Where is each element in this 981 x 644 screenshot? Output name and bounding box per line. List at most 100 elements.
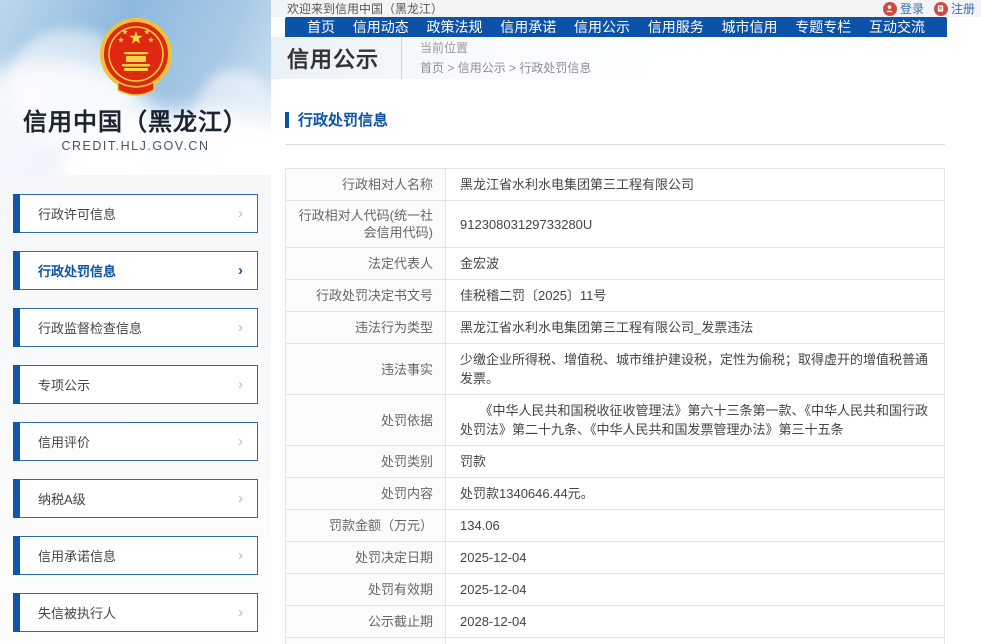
row-value: 2028-12-04 <box>446 606 944 637</box>
row-label: 处罚依据 <box>286 395 446 445</box>
sidebar-item-8[interactable]: 失信被执行人› <box>13 593 258 632</box>
site-domain: CREDIT.HLJ.GOV.CN <box>0 139 271 153</box>
sidebar-item-4[interactable]: 专项公示› <box>13 365 258 404</box>
sidebar-menu: 行政许可信息›行政处罚信息›行政监督检查信息›专项公示›信用评价›纳税A级›信用… <box>0 175 271 644</box>
table-row: 罚款金额（万元）134.06 <box>286 510 944 542</box>
nav-item-2[interactable]: 信用动态 <box>353 17 409 37</box>
vertical-divider <box>401 37 402 79</box>
row-value: 处罚款1340646.44元。 <box>446 478 944 509</box>
nav-item-7[interactable]: 城市信用 <box>722 17 778 37</box>
register-link[interactable]: 注册 <box>934 0 975 17</box>
main-navigation: 首页信用动态政策法规信用承诺信用公示信用服务城市信用专题专栏互动交流 <box>285 17 947 37</box>
table-row: 行政相对人名称黑龙江省水利水电集团第三工程有限公司 <box>286 169 944 201</box>
table-row: 公示截止期2028-12-04 <box>286 606 944 638</box>
row-label: 处罚有效期 <box>286 574 446 605</box>
brand-header: 信用中国（黑龙江） CREDIT.HLJ.GOV.CN <box>0 0 271 175</box>
table-row: 法定代表人金宏波 <box>286 248 944 280</box>
chevron-right-icon: › <box>238 433 243 450</box>
detail-content: 行政处罚信息 行政相对人名称黑龙江省水利水电集团第三工程有限公司行政相对人代码(… <box>271 79 981 644</box>
sidebar-item-2[interactable]: 行政处罚信息› <box>13 251 258 290</box>
breadcrumb-path[interactable]: 首页 > 信用公示 > 行政处罚信息 <box>420 61 591 75</box>
chevron-right-icon: › <box>238 319 243 336</box>
login-label: 登录 <box>900 0 924 17</box>
table-row: 处罚内容处罚款1340646.44元。 <box>286 478 944 510</box>
nav-item-8[interactable]: 专题专栏 <box>795 17 851 37</box>
row-value: 国家税务总局佳木斯市税务局第二稽查局 <box>446 638 944 644</box>
sidebar-item-label: 行政许可信息 <box>38 204 238 223</box>
table-row: 违法事实少缴企业所得税、增值税、城市维护建设税，定性为偷税；取得虚开的增值税普通… <box>286 344 944 395</box>
sidebar-item-5[interactable]: 信用评价› <box>13 422 258 461</box>
sidebar-item-label: 信用评价 <box>38 432 238 451</box>
row-value: 黑龙江省水利水电集团第三工程有限公司_发票违法 <box>446 312 944 343</box>
left-column: 信用中国（黑龙江） CREDIT.HLJ.GOV.CN 行政许可信息›行政处罚信… <box>0 0 271 644</box>
sidebar-item-1[interactable]: 行政许可信息› <box>13 194 258 233</box>
register-icon <box>934 2 948 16</box>
channel-title: 信用公示 <box>287 42 379 74</box>
nav-item-4[interactable]: 信用承诺 <box>500 17 556 37</box>
table-row: 行政相对人代码(统一社会信用代码)91230803129733280U <box>286 201 944 248</box>
row-label: 行政处罚决定书文号 <box>286 280 446 311</box>
chevron-right-icon: › <box>238 547 243 564</box>
breadcrumb-section: 信用公示 当前位置 首页 > 信用公示 > 行政处罚信息 <box>271 37 981 79</box>
sidebar-item-label: 专项公示 <box>38 375 238 394</box>
table-row: 处罚有效期2025-12-04 <box>286 574 944 606</box>
chevron-right-icon: › <box>238 490 243 507</box>
nav-item-1[interactable]: 首页 <box>307 17 335 37</box>
register-label: 注册 <box>951 0 975 17</box>
row-label: 公示截止期 <box>286 606 446 637</box>
sidebar-item-6[interactable]: 纳税A级› <box>13 479 258 518</box>
sidebar-item-accent-bar <box>13 536 20 575</box>
sidebar-item-3[interactable]: 行政监督检查信息› <box>13 308 258 347</box>
auth-links: 登录 注册 <box>883 0 975 17</box>
sidebar-item-7[interactable]: 信用承诺信息› <box>13 536 258 575</box>
table-row: 违法行为类型黑龙江省水利水电集团第三工程有限公司_发票违法 <box>286 312 944 344</box>
sidebar-item-label: 纳税A级 <box>38 489 238 508</box>
sidebar-item-accent-bar <box>13 308 20 347</box>
china-national-emblem-icon <box>98 16 174 105</box>
login-link[interactable]: 登录 <box>883 0 924 17</box>
table-row: 处罚依据 《中华人民共和国税收征收管理法》第六十三条第一款、《中华人民共和国行政… <box>286 395 944 446</box>
chevron-right-icon: › <box>238 262 243 279</box>
row-label: 处罚决定日期 <box>286 542 446 573</box>
row-label: 处罚内容 <box>286 478 446 509</box>
row-label: 行政相对人代码(统一社会信用代码) <box>286 201 446 247</box>
section-accent-bar <box>285 112 289 128</box>
welcome-text: 欢迎来到信用中国（黑龙江） <box>287 0 883 17</box>
table-row: 处罚决定日期2025-12-04 <box>286 542 944 574</box>
sidebar-item-label: 行政监督检查信息 <box>38 318 238 337</box>
site-title: 信用中国（黑龙江） <box>0 102 271 137</box>
nav-item-6[interactable]: 信用服务 <box>648 17 704 37</box>
row-value: 91230803129733280U <box>446 201 944 247</box>
row-label: 处罚类别 <box>286 446 446 477</box>
table-row: 处罚类别罚款 <box>286 446 944 478</box>
chevron-right-icon: › <box>238 376 243 393</box>
sidebar-item-accent-bar <box>13 194 20 233</box>
sidebar-item-label: 信用承诺信息 <box>38 546 238 565</box>
sidebar-item-accent-bar <box>13 479 20 518</box>
page: 信用中国（黑龙江） CREDIT.HLJ.GOV.CN 行政许可信息›行政处罚信… <box>0 0 981 644</box>
user-icon <box>883 2 897 16</box>
row-label: 法定代表人 <box>286 248 446 279</box>
row-value: 2025-12-04 <box>446 542 944 573</box>
row-value: 金宏波 <box>446 248 944 279</box>
row-value: 佳税稽二罚〔2025〕11号 <box>446 280 944 311</box>
row-value: 少缴企业所得税、增值税、城市维护建设税，定性为偷税；取得虚开的增值税普通发票。 <box>446 344 944 394</box>
sidebar-item-label: 失信被执行人 <box>38 603 238 622</box>
row-label: 处罚机关 <box>286 638 446 644</box>
section-title: 行政处罚信息 <box>298 109 388 130</box>
nav-item-3[interactable]: 政策法规 <box>427 17 483 37</box>
sidebar-item-accent-bar <box>13 422 20 461</box>
section-header: 行政处罚信息 <box>285 109 981 130</box>
sidebar-item-label: 行政处罚信息 <box>38 261 238 280</box>
row-value: 黑龙江省水利水电集团第三工程有限公司 <box>446 169 944 200</box>
right-column: 欢迎来到信用中国（黑龙江） 登录 注册 首页信用动态政策法规信用承诺信用公示信用… <box>271 0 981 644</box>
breadcrumb: 当前位置 首页 > 信用公示 > 行政处罚信息 <box>420 38 591 78</box>
penalty-info-table: 行政相对人名称黑龙江省水利水电集团第三工程有限公司行政相对人代码(统一社会信用代… <box>285 168 945 644</box>
nav-item-9[interactable]: 互动交流 <box>869 17 925 37</box>
row-label: 违法行为类型 <box>286 312 446 343</box>
chevron-right-icon: › <box>238 604 243 621</box>
row-value: 《中华人民共和国税收征收管理法》第六十三条第一款、《中华人民共和国行政处罚法》第… <box>446 395 944 445</box>
nav-item-5[interactable]: 信用公示 <box>574 17 630 37</box>
sidebar-item-accent-bar <box>13 251 20 290</box>
sidebar-item-accent-bar <box>13 593 20 632</box>
